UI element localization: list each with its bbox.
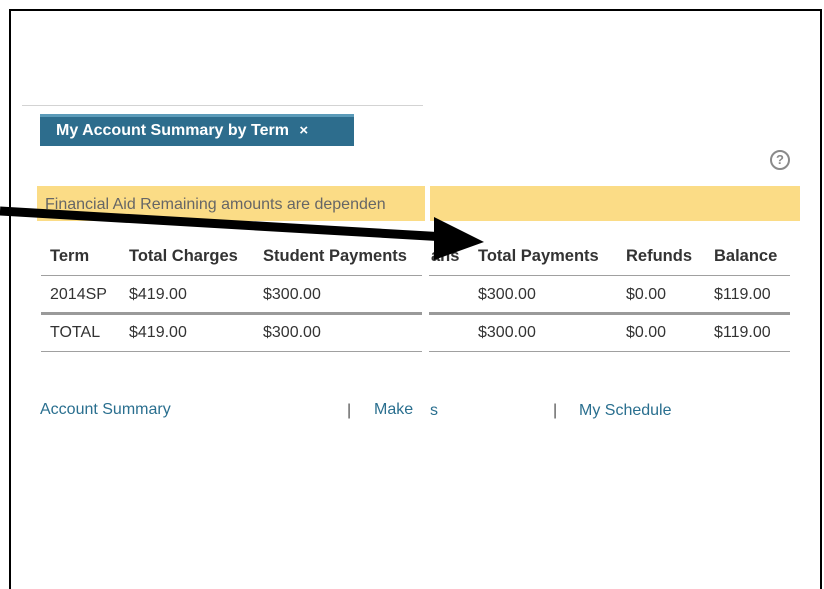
annotation-arrow-icon	[0, 206, 484, 260]
